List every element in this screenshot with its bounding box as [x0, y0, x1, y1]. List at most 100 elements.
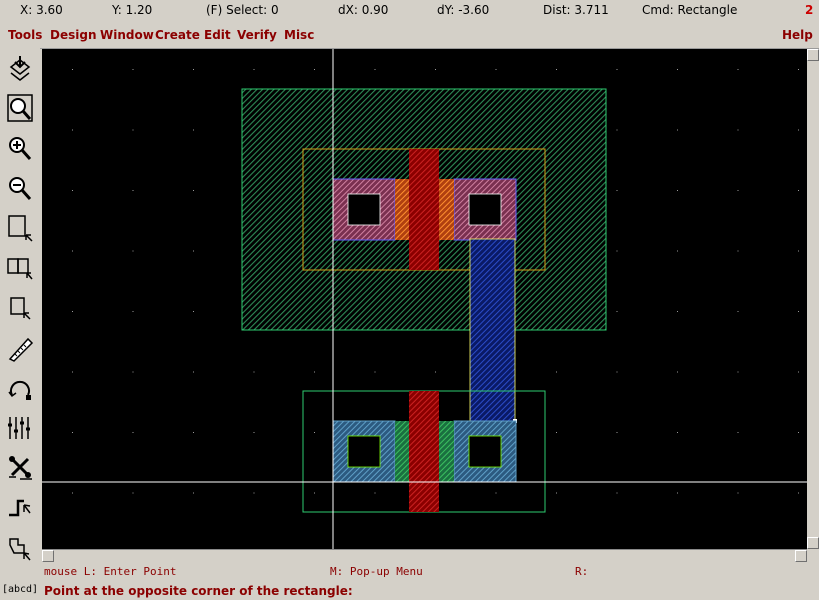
grid-dot — [132, 69, 134, 70]
menu-misc[interactable]: Misc — [284, 28, 314, 42]
zoom-box-icon[interactable] — [2, 210, 38, 246]
vertical-scrollbar[interactable] — [807, 49, 819, 549]
grid-dot — [677, 492, 678, 494]
grid-dot — [495, 69, 497, 70]
mouse-middle-help: M: Pop-up Menu — [330, 565, 423, 578]
grid-dot — [314, 371, 315, 373]
pmos-contact-right[interactable] — [468, 193, 502, 226]
path-icon[interactable] — [2, 490, 38, 526]
grid-dot — [737, 492, 739, 494]
grid-dot — [314, 492, 315, 494]
pmos-poly-gate[interactable] — [409, 149, 439, 270]
scroll-down-icon[interactable] — [807, 537, 819, 549]
grid-dot — [677, 250, 678, 252]
grid-dot — [72, 311, 73, 312]
grid-dot — [737, 311, 739, 312]
grid-dot — [435, 69, 436, 70]
grid-dot — [132, 250, 134, 252]
menu-design[interactable]: Design — [50, 28, 97, 42]
grid-dot — [556, 492, 557, 494]
grid-dot — [193, 371, 194, 373]
grid-dot — [616, 371, 618, 373]
ruler-icon[interactable] — [2, 330, 38, 366]
scroll-right-icon[interactable] — [795, 550, 807, 562]
grid-dot — [737, 250, 739, 252]
select-box-icon[interactable] — [2, 290, 38, 326]
grid-dot — [556, 69, 557, 70]
grid-dot — [193, 250, 194, 252]
grid-dot — [193, 492, 194, 494]
menu-bar: Tools Design Window Create Edit Verify M… — [0, 22, 819, 49]
grid-dot — [193, 129, 194, 131]
mouse-left-help: mouse L: Enter Point — [44, 565, 177, 578]
pan-icon[interactable] — [2, 250, 38, 286]
grid-dot — [677, 311, 678, 312]
grid-dot — [253, 69, 255, 70]
grid-dot — [798, 69, 799, 70]
mouse-right-help: R: — [575, 565, 589, 578]
move-icon[interactable] — [2, 450, 38, 486]
zoom-fit-icon[interactable] — [2, 90, 38, 126]
grid-dot — [72, 129, 73, 131]
menu-window[interactable]: Window — [100, 28, 154, 42]
menu-verify[interactable]: Verify — [237, 28, 277, 42]
grid-dot — [193, 190, 194, 191]
grid-dot — [616, 69, 618, 70]
labels-button[interactable]: [abcd] — [2, 579, 38, 599]
grid-dot — [193, 311, 194, 312]
grid-dot — [132, 190, 134, 191]
prompt-text: Point at the opposite corner of the rect… — [44, 584, 353, 598]
nmos-poly-gate[interactable] — [409, 391, 439, 512]
grid-dot — [374, 492, 376, 494]
grid-dot — [616, 250, 618, 252]
menu-tools[interactable]: Tools — [8, 28, 42, 42]
grid-dot — [798, 311, 799, 312]
scroll-left-icon[interactable] — [42, 550, 54, 562]
zoom-out-icon[interactable] — [2, 170, 38, 206]
y-coordinate: Y: 1.20 — [112, 3, 153, 17]
grid-dot — [798, 190, 799, 191]
grid-dot — [677, 69, 678, 70]
menu-create[interactable]: Create — [155, 28, 200, 42]
grid-dot — [72, 250, 73, 252]
grid-dot — [798, 371, 799, 373]
grid-dot — [495, 492, 497, 494]
metal1-rectangle[interactable] — [469, 238, 516, 422]
grid-dot — [798, 492, 799, 494]
grid-dot — [737, 69, 739, 70]
grid-dot — [616, 129, 618, 131]
grid-dot — [72, 492, 73, 494]
grid-dot — [798, 250, 799, 252]
nmos-contact-left[interactable] — [347, 435, 381, 468]
save-view-icon[interactable] — [2, 50, 38, 86]
grid-dot — [435, 371, 436, 373]
grid-dot — [193, 432, 194, 433]
menu-help[interactable]: Help — [782, 28, 813, 42]
zoom-in-icon[interactable] — [2, 130, 38, 166]
grid-dot — [253, 432, 255, 433]
undo-icon[interactable] — [2, 370, 38, 406]
grid-dot — [72, 69, 73, 70]
mouse-help-bar: mouse L: Enter Point M: Pop-up Menu R: — [0, 563, 819, 580]
polygon-icon[interactable] — [2, 530, 38, 566]
scroll-up-icon[interactable] — [807, 49, 819, 61]
grid-dot — [798, 432, 799, 433]
grid-dot — [737, 190, 739, 191]
grid-dot — [374, 371, 376, 373]
delta-y: dY: -3.60 — [437, 3, 490, 17]
current-command: Cmd: Rectangle — [642, 3, 738, 17]
tool-palette — [0, 48, 40, 578]
pmos-contact-left[interactable] — [347, 193, 381, 226]
horizontal-scrollbar[interactable] — [42, 549, 807, 564]
grid-dot — [132, 432, 134, 433]
menu-edit[interactable]: Edit — [204, 28, 231, 42]
stretch-icon[interactable] — [2, 410, 38, 446]
layout-canvas[interactable] — [42, 49, 807, 549]
grid-dot — [616, 190, 618, 191]
grid-dot — [72, 371, 73, 373]
layout-drawing[interactable] — [42, 49, 807, 549]
grid-dot — [72, 190, 73, 191]
window-number: 2 — [805, 3, 814, 17]
nmos-contact-right[interactable] — [468, 435, 502, 468]
grid-dot — [677, 371, 678, 373]
